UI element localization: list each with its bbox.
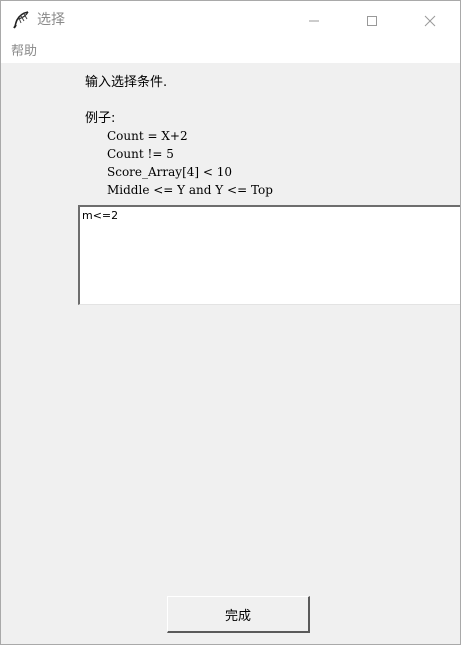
minimize-icon — [309, 20, 319, 22]
example-line: Score_Array[4] < 10 — [107, 165, 233, 179]
condition-input-value: m<=2 — [82, 209, 119, 222]
example-line: Count = X+2 — [107, 129, 188, 143]
feather-pen-icon — [11, 10, 31, 30]
maximize-icon — [367, 16, 377, 26]
window-title: 选择 — [37, 12, 65, 28]
maximize-button[interactable] — [349, 1, 395, 41]
close-icon — [424, 15, 436, 27]
example-line: Middle <= Y and Y <= Top — [107, 183, 273, 197]
title-bar[interactable]: 选择 — [1, 1, 460, 41]
minimize-button[interactable] — [291, 1, 337, 41]
examples-label: 例子: — [85, 111, 116, 126]
menu-bar: 帮助 — [1, 41, 460, 63]
condition-prompt: 输入选择条件. — [85, 75, 168, 90]
selection-dialog-window: 选择 帮助 输入选择条件. 例子: Count = X+2 Count != 5… — [0, 0, 461, 645]
example-line: Count != 5 — [107, 147, 174, 161]
done-button[interactable]: 完成 — [167, 596, 310, 633]
menu-help[interactable]: 帮助 — [11, 43, 37, 61]
examples-list: Count = X+2 Count != 5 Score_Array[4] < … — [107, 127, 273, 199]
condition-input[interactable]: m<=2 — [78, 205, 460, 305]
close-button[interactable] — [407, 1, 453, 41]
